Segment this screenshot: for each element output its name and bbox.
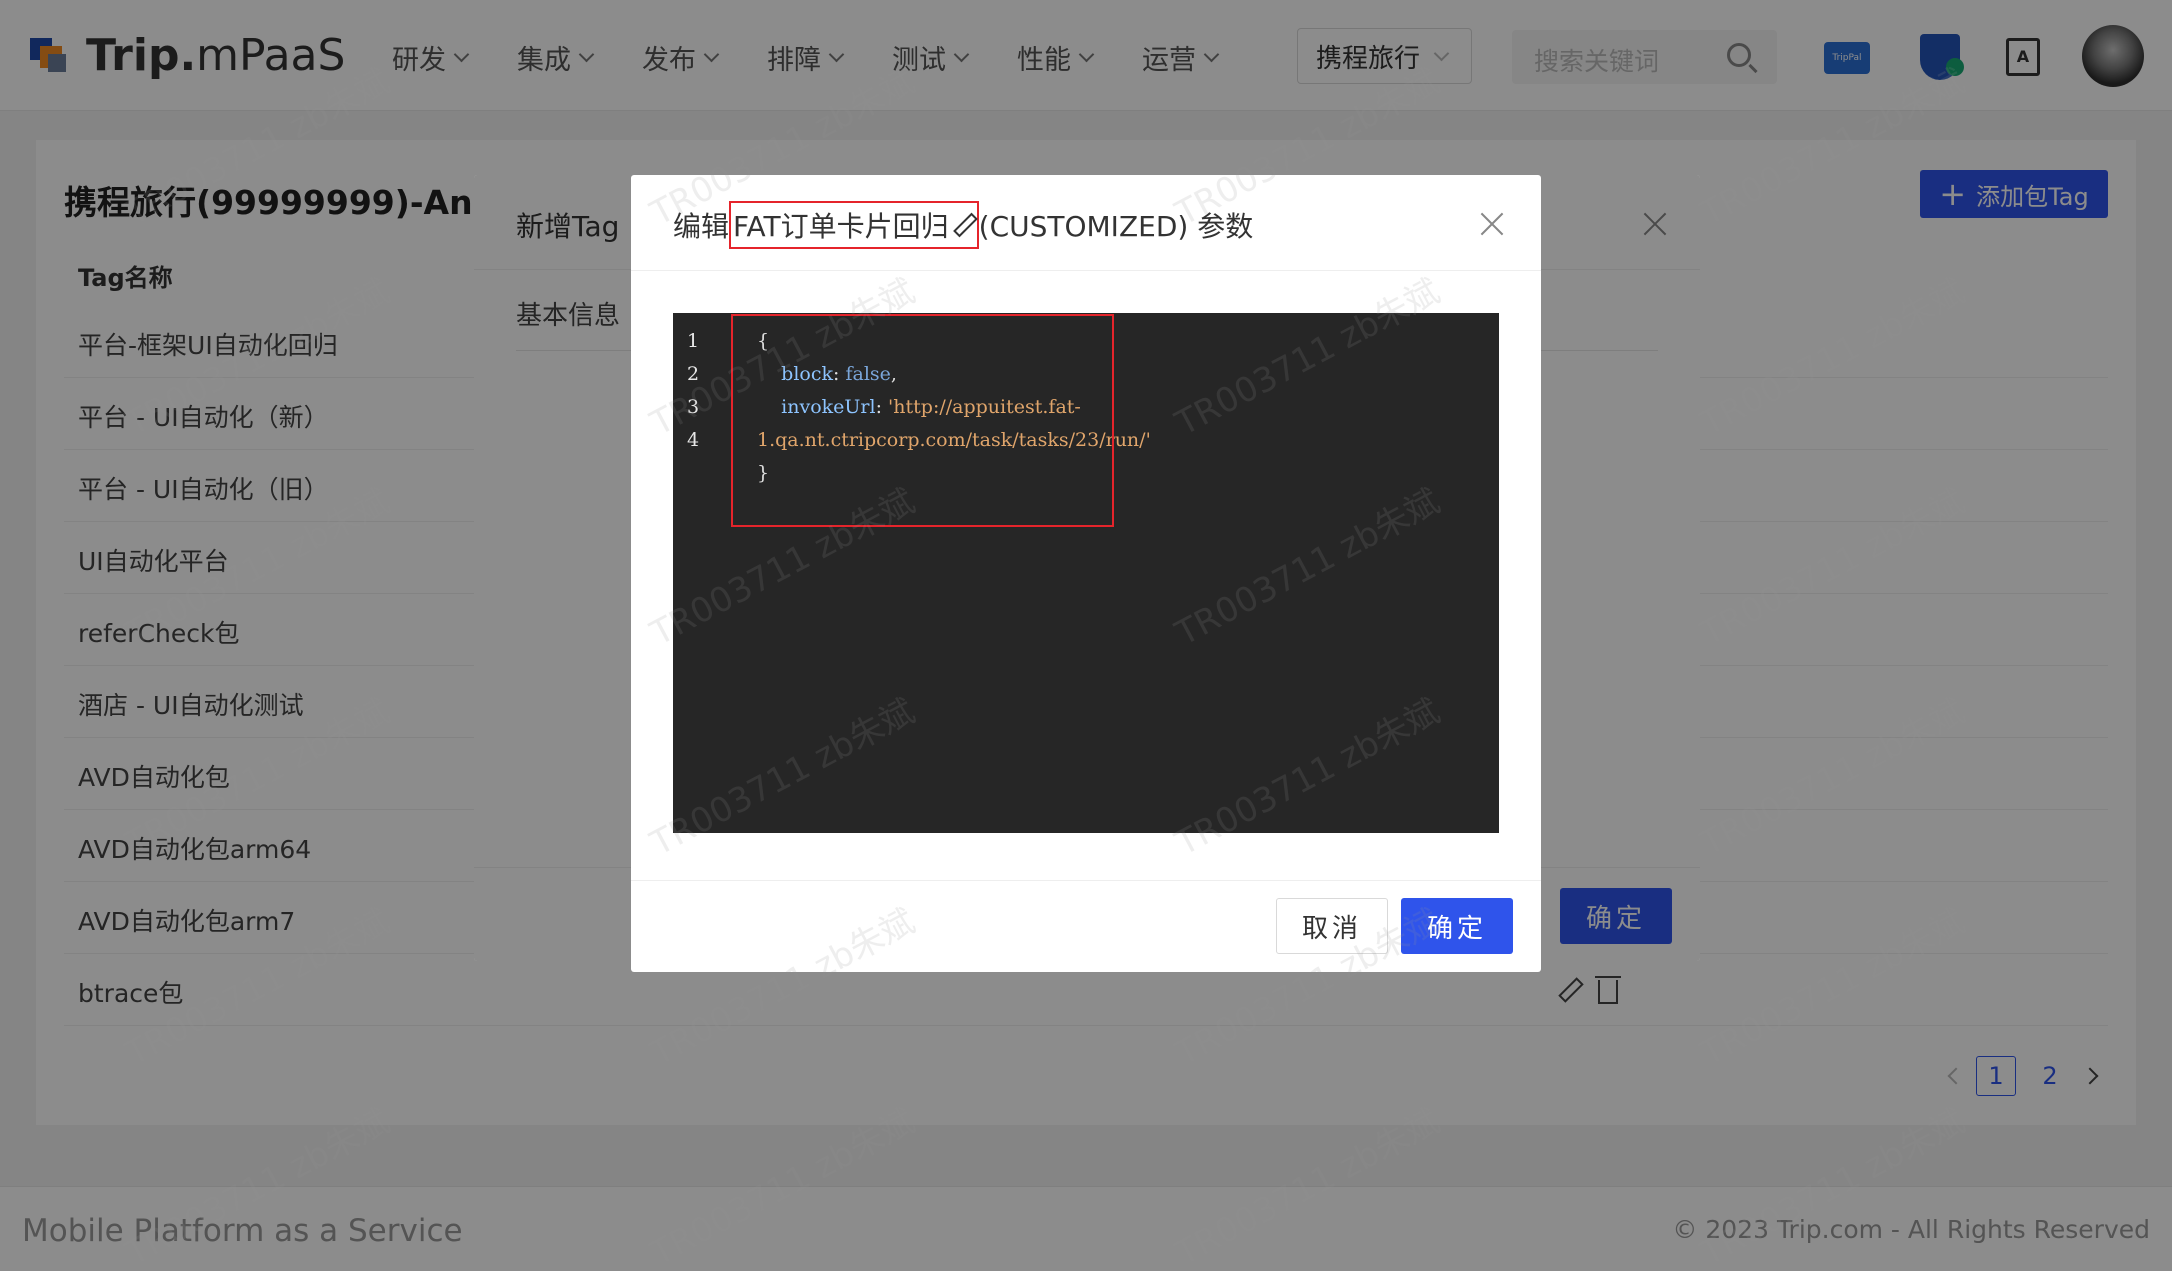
edit-params-modal: 编辑 FAT订单卡片回归 (CUSTOMIZED) 参数 1 2 3 4 { b… — [631, 175, 1541, 972]
divider — [631, 270, 1541, 271]
edit-params-modal-title: 编辑 FAT订单卡片回归 (CUSTOMIZED) 参数 — [673, 201, 1253, 249]
edit-icon[interactable] — [953, 214, 975, 236]
code-highlight-box — [731, 314, 1114, 527]
close-icon[interactable] — [1479, 211, 1505, 237]
confirm-button[interactable]: 确定 — [1401, 898, 1513, 954]
divider — [631, 880, 1541, 881]
line-number-gutter: 1 2 3 4 — [687, 330, 700, 451]
highlighted-tag-name: FAT订单卡片回归 — [729, 201, 979, 249]
cancel-button[interactable]: 取消 — [1276, 898, 1388, 954]
